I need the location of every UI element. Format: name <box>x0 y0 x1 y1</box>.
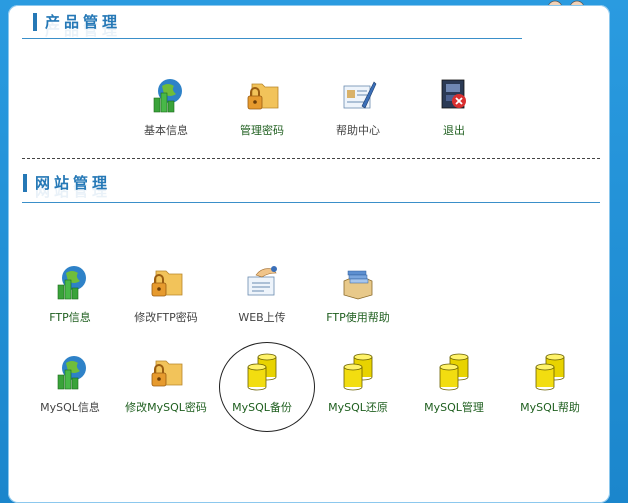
item-label: FTP信息 <box>49 311 91 324</box>
item-logout[interactable]: 退出 <box>409 76 499 138</box>
section-underline <box>22 38 522 39</box>
globe-chart-icon <box>153 79 182 113</box>
item-label: 退出 <box>443 124 465 137</box>
box-icon <box>343 270 373 300</box>
item-mysql-restore[interactable]: MySQL还原 <box>313 353 403 415</box>
main-panel <box>8 5 610 503</box>
item-help-center[interactable]: 帮助中心 <box>313 76 403 138</box>
folder-lock-icon <box>151 360 183 387</box>
logout-icon <box>441 79 466 109</box>
item-label: MySQL信息 <box>40 401 100 414</box>
folder-lock-icon <box>247 83 279 110</box>
item-label: WEB上传 <box>238 311 286 324</box>
item-label: MySQL还原 <box>328 401 388 414</box>
dashed-divider <box>22 158 600 159</box>
item-ftp-info[interactable]: FTP信息 <box>25 263 115 325</box>
product-section-title: 产品管理 <box>45 13 122 31</box>
item-label: 帮助中心 <box>336 124 380 137</box>
item-mysql-help[interactable]: MySQL帮助 <box>505 353 595 415</box>
item-mysql-info[interactable]: MySQL信息 <box>25 353 115 415</box>
item-label: 管理密码 <box>240 124 284 137</box>
item-label: 修改MySQL密码 <box>125 401 207 414</box>
title-bar-marker <box>33 12 37 31</box>
section-underline <box>22 202 600 203</box>
database-icon <box>535 353 565 391</box>
item-manage-password[interactable]: 管理密码 <box>217 76 307 138</box>
item-change-mysql-password[interactable]: 修改MySQL密码 <box>121 353 211 415</box>
title-bar-marker <box>23 173 27 192</box>
help-card-icon <box>343 81 377 109</box>
section-title-product: 产品管理 <box>33 11 121 32</box>
globe-chart-icon <box>57 356 86 390</box>
section-title-website: 网站管理 <box>23 172 111 193</box>
website-section-title: 网站管理 <box>35 174 112 192</box>
item-change-ftp-password[interactable]: 修改FTP密码 <box>121 263 211 325</box>
item-mysql-manage[interactable]: MySQL管理 <box>409 353 499 415</box>
item-ftp-help[interactable]: FTP使用帮助 <box>313 263 403 325</box>
item-label: MySQL管理 <box>424 401 484 414</box>
item-basic-info[interactable]: 基本信息 <box>121 76 211 138</box>
item-label: 基本信息 <box>144 124 188 137</box>
highlight-circle <box>219 342 315 432</box>
item-web-upload[interactable]: WEB上传 <box>217 263 307 325</box>
upload-icon <box>247 266 277 296</box>
database-icon <box>343 353 373 391</box>
globe-chart-icon <box>57 266 86 300</box>
item-label: MySQL帮助 <box>520 401 580 414</box>
folder-lock-icon <box>151 270 183 297</box>
database-icon <box>439 353 469 391</box>
item-label: FTP使用帮助 <box>326 311 390 324</box>
item-label: 修改FTP密码 <box>134 311 198 324</box>
